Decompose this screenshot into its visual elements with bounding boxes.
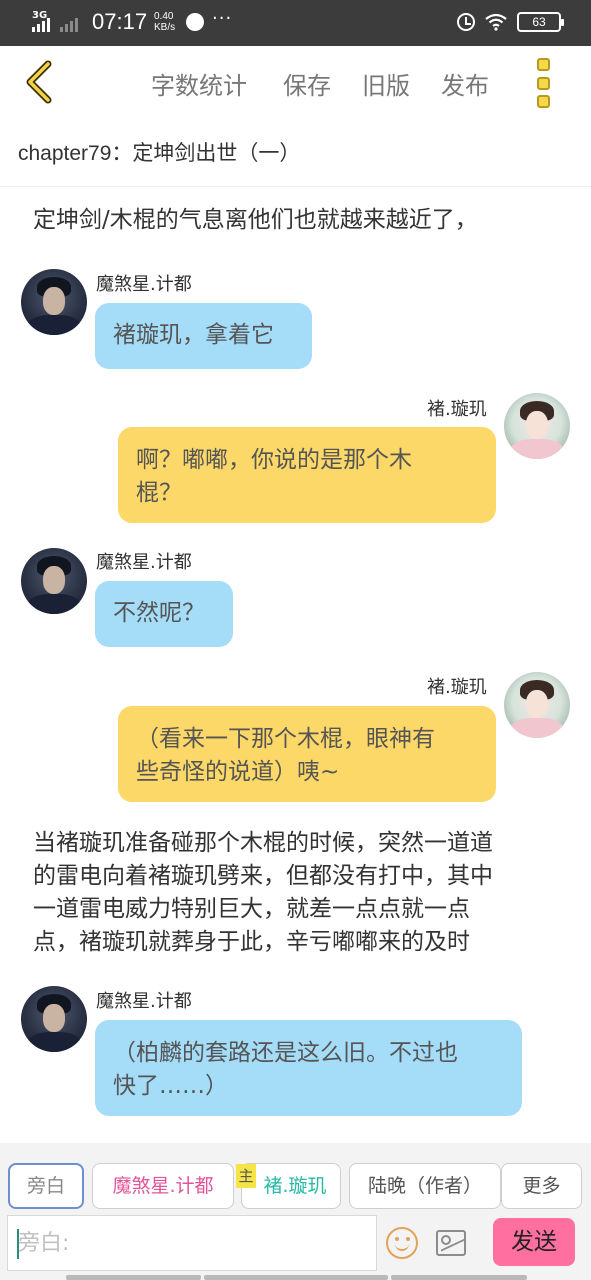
bubble-line: （看来一下那个木棍，眼神有 (136, 726, 435, 752)
speed-value: 0.40 (154, 11, 174, 22)
chat-bubble[interactable]: （看来一下那个木棍，眼神有 些奇怪的说道）咦~ (118, 706, 496, 802)
narration-text[interactable]: 定坤剑/木棍的气息离他们也就越来越近了， (33, 204, 478, 237)
avatar-jidu[interactable] (21, 269, 87, 335)
signal-group: 3G (32, 8, 78, 32)
bubble-line: 快了……） (113, 1073, 228, 1099)
narration-line: 点，褚璇玑就葬身于此，辛亏嘟嘟来的及时 (33, 929, 470, 955)
speaker-name: 魔煞星.计都 (96, 552, 192, 573)
alarm-icon (457, 13, 475, 31)
speaker-name: 褚.璇玑 (427, 399, 487, 420)
narration-paragraph[interactable]: 当褚璇玑准备碰那个木棍的时候，突然一道道 的雷电向着褚璇玑劈来，但都没有打中，其… (33, 827, 573, 959)
role-author-button[interactable]: 陆晚（作者） (349, 1163, 501, 1209)
speed-unit: KB/s (154, 22, 176, 33)
status-icons: 63 (457, 12, 564, 32)
scroll-indicator (391, 1275, 527, 1280)
chat-bubble[interactable]: 褚璇玑，拿着它 (95, 303, 312, 369)
editor-toolbar: 字数统计 保存 旧版 发布 (0, 46, 591, 126)
more-notifications-icon: ··· (212, 8, 233, 29)
bubble-line: 不然呢？ (113, 600, 205, 626)
more-menu-icon[interactable] (532, 58, 554, 108)
scroll-indicator (66, 1275, 201, 1280)
message-input-wrapper (7, 1215, 377, 1271)
avatar-xuanji[interactable] (504, 672, 570, 738)
bubble-line: 些奇怪的说道）咦~ (136, 759, 340, 785)
send-button[interactable]: 发送 (493, 1218, 575, 1266)
avatar-jidu[interactable] (21, 986, 87, 1052)
old-version-button[interactable]: 旧版 (362, 66, 410, 101)
avatar-xuanji[interactable] (504, 393, 570, 459)
speaker-name: 魔煞星.计都 (96, 991, 192, 1012)
network-speed: 0.40 KB/s (154, 11, 175, 33)
signal-strength-2-icon (60, 18, 78, 32)
more-roles-button[interactable]: 更多 (501, 1163, 582, 1209)
role-xuanji-button[interactable]: 褚.璇玑 (241, 1163, 341, 1209)
bubble-line: 褚璇玑，拿着它 (113, 322, 274, 348)
image-icon[interactable] (436, 1230, 466, 1256)
chapter-title[interactable]: chapter79：定坤剑出世（一） (18, 137, 300, 167)
battery-indicator: 63 (517, 12, 564, 32)
speaker-name: 褚.璇玑 (427, 677, 487, 698)
publish-button[interactable]: 发布 (441, 66, 489, 101)
message-input[interactable] (8, 1216, 376, 1270)
narration-line: 的雷电向着褚璇玑劈来，但都没有打中，其中 (33, 863, 493, 889)
text-caret (17, 1229, 19, 1259)
avatar-jidu[interactable] (21, 548, 87, 614)
main-role-badge: 主 (236, 1164, 256, 1188)
clock: 07:17 (92, 9, 148, 34)
save-button[interactable]: 保存 (283, 66, 331, 101)
chat-bubble[interactable]: 啊？嘟嘟，你说的是那个木 棍？ (118, 427, 496, 523)
chat-bubble[interactable]: （柏麟的套路还是这么旧。不过也 快了……） (95, 1020, 522, 1116)
emoji-icon[interactable] (386, 1227, 418, 1259)
back-chevron-icon[interactable] (20, 60, 60, 104)
wifi-icon (485, 13, 507, 31)
network-type: 3G (32, 10, 48, 21)
status-bar: 3G 07:17 0.40 KB/s ··· 63 (0, 0, 591, 46)
bubble-line: 棍？ (136, 480, 182, 506)
bubble-line: （柏麟的套路还是这么旧。不过也 (113, 1040, 458, 1066)
narration-line: 一道雷电威力特别巨大，就差一点点就一点 (33, 896, 470, 922)
narration-line: 当褚璇玑准备碰那个木棍的时候，突然一道道 (33, 830, 493, 856)
bubble-line: 啊？嘟嘟，你说的是那个木 (136, 447, 412, 473)
speaker-name: 魔煞星.计都 (96, 274, 192, 295)
word-count-button[interactable]: 字数统计 (151, 66, 247, 101)
chat-bubble[interactable]: 不然呢？ (95, 581, 233, 647)
role-narrator-button[interactable]: 旁白 (8, 1163, 84, 1209)
divider (0, 186, 591, 187)
scroll-indicator (204, 1275, 388, 1280)
browser-notification-icon (186, 13, 204, 31)
composer-panel: 旁白 魔煞星.计都 褚.璇玑 主 陆晚（作者） 更多 发送 (0, 1143, 591, 1280)
role-jidu-button[interactable]: 魔煞星.计都 (92, 1163, 234, 1209)
